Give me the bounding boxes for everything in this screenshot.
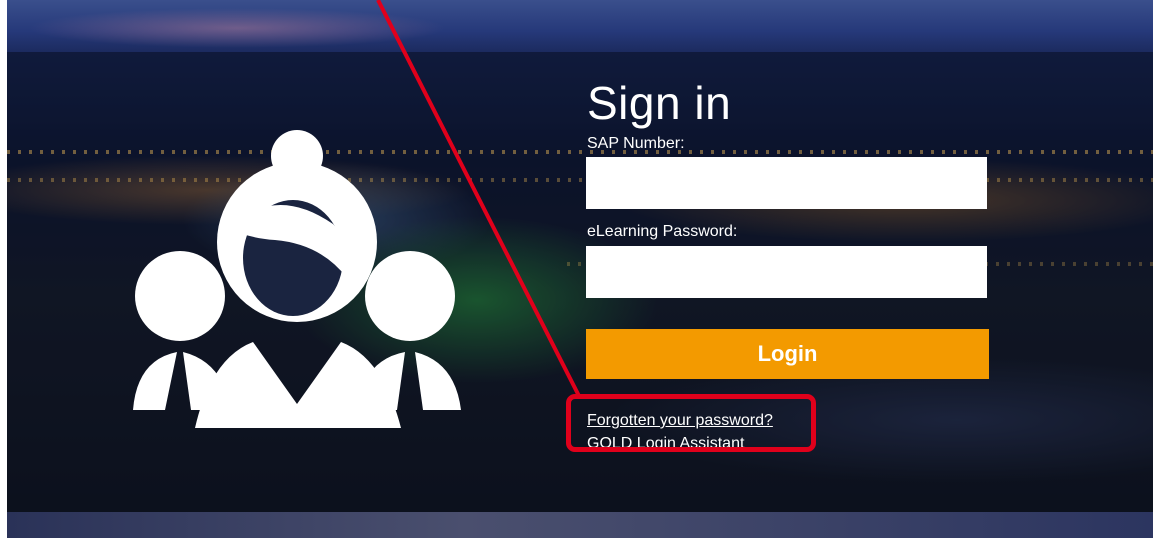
sky-strip xyxy=(7,0,1153,52)
elearning-password-label: eLearning Password: xyxy=(587,223,738,240)
sap-number-label: SAP Number: xyxy=(587,135,685,152)
annotation-highlight-box xyxy=(566,394,816,452)
elearning-password-input[interactable] xyxy=(586,246,987,298)
login-button[interactable]: Login xyxy=(586,329,989,379)
people-group-icon xyxy=(133,130,461,428)
bottom-strip xyxy=(7,512,1153,538)
sap-number-input[interactable] xyxy=(586,157,987,209)
signin-title: Sign in xyxy=(587,77,732,129)
